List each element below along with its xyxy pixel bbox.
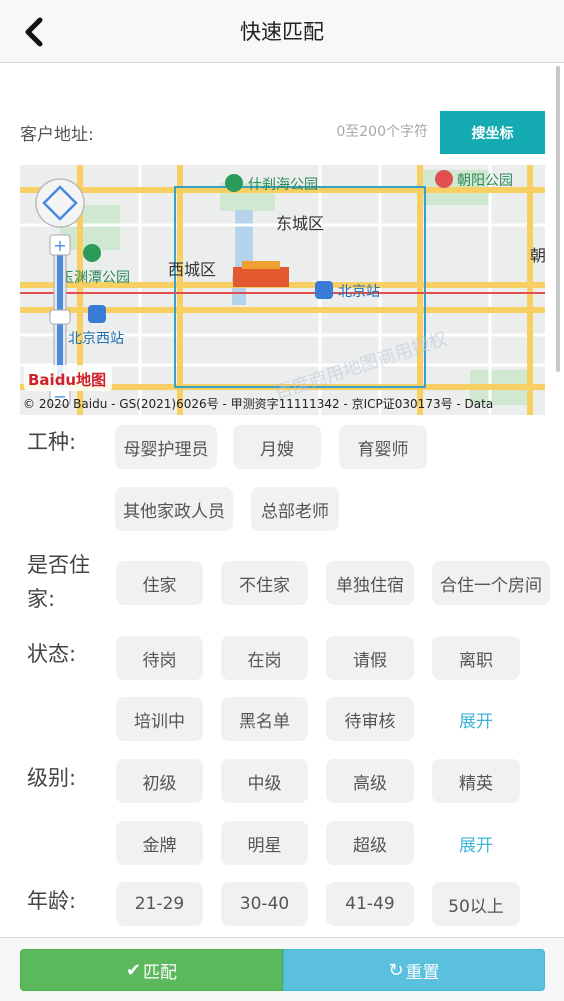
chip-status-5[interactable]: 黑名单 [221, 697, 308, 741]
reset-button-label: 重置 [405, 962, 440, 983]
chip-age-1[interactable]: 30-40 [221, 882, 308, 926]
chip-level-3[interactable]: 精英 [432, 759, 520, 803]
status-label: 状态: [27, 642, 77, 666]
chip-status-0[interactable]: 待岗 [116, 636, 203, 680]
map-label-chao: 朝 [530, 246, 545, 265]
map-label-xicheng: 西城区 [168, 260, 216, 279]
chip-age-3[interactable]: 50以上 [432, 882, 520, 926]
chip-age-2[interactable]: 41-49 [326, 882, 414, 926]
app-header: 快速匹配 [0, 0, 564, 63]
chip-live-in-0[interactable]: 住家 [116, 561, 203, 605]
map-label-beijing-station: 北京站 [338, 284, 380, 300]
status-expand-link[interactable]: 展开 [432, 697, 520, 741]
chip-job-type-4[interactable]: 总部老师 [251, 487, 339, 531]
chip-age-0[interactable]: 21-29 [116, 882, 203, 926]
chip-level-5[interactable]: 明星 [221, 821, 308, 865]
chip-job-type-1[interactable]: 月嫂 [233, 425, 321, 469]
map-label-yuyuantan: 玉渊潭公园 [60, 269, 130, 286]
chip-job-type-2[interactable]: 育婴师 [339, 425, 427, 469]
chip-live-in-2[interactable]: 单独住宿 [326, 561, 414, 605]
map-pan-control[interactable] [35, 178, 85, 228]
zoom-in-button[interactable]: + [53, 236, 66, 255]
action-footer: ✔ 匹配 ↻ 重置 [0, 937, 564, 1001]
chip-status-6[interactable]: 待审核 [326, 697, 414, 741]
map-copyright: © 2020 Baidu - GS(2021)6026号 - 甲测资字11111… [23, 397, 494, 411]
chip-status-1[interactable]: 在岗 [221, 636, 308, 680]
chip-level-4[interactable]: 金牌 [116, 821, 203, 865]
chip-job-type-0[interactable]: 母婴护理员 [115, 425, 217, 469]
address-input[interactable] [300, 118, 428, 146]
chip-level-2[interactable]: 高级 [326, 759, 414, 803]
reset-button[interactable]: ↻ 重置 [283, 949, 545, 991]
map-canvas: 什刹海公园 朝阳公园 玉渊潭公园 东城区 西城区 朝 北京站 北京西站 百度商用… [20, 165, 545, 415]
page-title: 快速匹配 [240, 20, 324, 44]
chip-level-0[interactable]: 初级 [116, 759, 203, 803]
live-in-label: 是否住家: [27, 553, 90, 611]
job-type-label: 工种: [27, 430, 77, 454]
chip-level-1[interactable]: 中级 [221, 759, 308, 803]
level-label: 级别: [27, 766, 77, 790]
chip-status-4[interactable]: 培训中 [116, 697, 203, 741]
level-expand-link[interactable]: 展开 [432, 821, 520, 865]
chip-status-2[interactable]: 请假 [326, 636, 414, 680]
chip-live-in-1[interactable]: 不住家 [221, 561, 308, 605]
refresh-icon: ↻ [388, 959, 404, 981]
match-button[interactable]: ✔ 匹配 [20, 949, 283, 991]
scrollbar[interactable] [556, 66, 560, 372]
age-label: 年龄: [27, 889, 77, 913]
baidu-logo-text: Baidu地图 [28, 371, 106, 389]
map-label-beijing-west: 北京西站 [68, 331, 124, 347]
check-icon: ✔ [125, 959, 142, 981]
chip-status-3[interactable]: 离职 [432, 636, 520, 680]
baidu-map-logo: Baidu地图 [24, 365, 112, 391]
map-view[interactable]: 什刹海公园 朝阳公园 玉渊潭公园 东城区 西城区 朝 北京站 北京西站 百度商用… [20, 165, 545, 415]
match-button-label: 匹配 [143, 962, 178, 983]
chip-live-in-3[interactable]: 合住一个房间 [432, 561, 550, 605]
address-label: 客户地址: [20, 125, 94, 145]
map-label-chaoyang-park: 朝阳公园 [457, 173, 513, 189]
chip-job-type-3[interactable]: 其他家政人员 [115, 487, 233, 531]
map-label-dongcheng: 东城区 [276, 214, 324, 233]
search-coordinates-button[interactable]: 搜坐标 [440, 111, 545, 154]
map-label-park: 什刹海公园 [248, 177, 318, 193]
chip-level-6[interactable]: 超级 [326, 821, 414, 865]
